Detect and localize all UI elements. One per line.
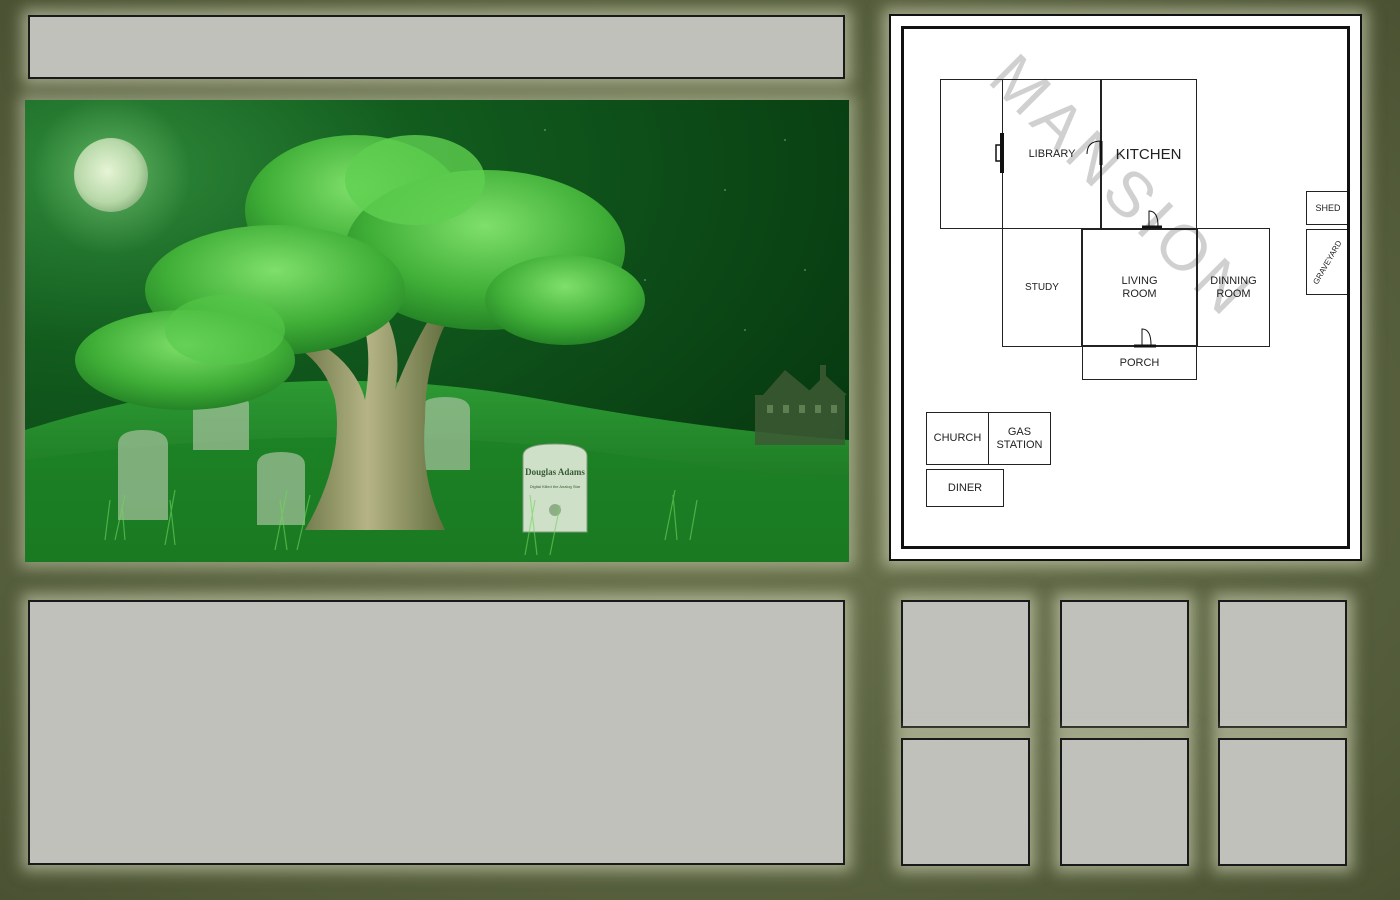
inventory-slot-1[interactable]	[901, 600, 1030, 728]
inventory-slot-6[interactable]	[1218, 738, 1347, 866]
inventory-slot-2[interactable]	[1060, 600, 1189, 728]
door-icon	[1134, 328, 1156, 348]
map-symbols	[995, 133, 1162, 348]
tombstone-epitaph: Digital Killed the Analog Star	[530, 484, 581, 489]
inventory-slot-5[interactable]	[1060, 738, 1189, 866]
mansion-map: MANSION LIBRARY KITCHEN STUDY LIVING ROO…	[901, 26, 1350, 549]
inventory-slot-4[interactable]	[901, 738, 1030, 866]
scene-view: Douglas Adams Digital Killed the Analog …	[25, 100, 849, 562]
map-panel: MANSION LIBRARY KITCHEN STUDY LIVING ROO…	[889, 14, 1362, 561]
door-icon	[1142, 210, 1162, 229]
moon	[74, 138, 148, 212]
graveyard-scene-illustration: Douglas Adams Digital Killed the Analog …	[25, 100, 849, 562]
tombstone-name: Douglas Adams	[525, 467, 585, 477]
title-bar	[28, 15, 845, 79]
door-icon	[995, 133, 1004, 173]
door-icon	[1086, 140, 1103, 165]
text-output-box	[28, 600, 845, 865]
inventory-slot-3[interactable]	[1218, 600, 1347, 728]
